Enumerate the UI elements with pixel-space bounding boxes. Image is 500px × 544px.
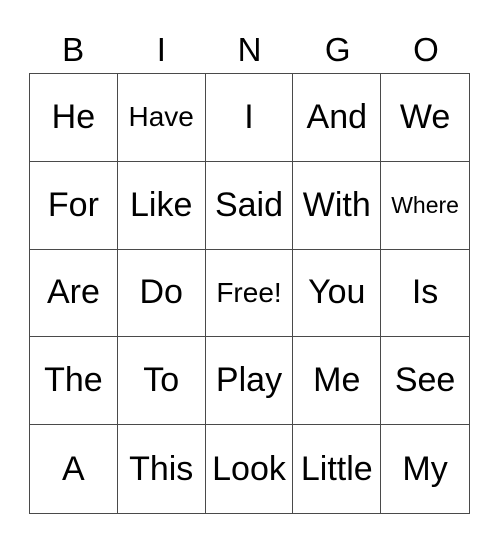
bingo-cell[interactable]: A	[30, 425, 118, 513]
header-letter-n: N	[237, 31, 262, 68]
bingo-cell[interactable]: And	[293, 74, 382, 162]
bingo-cell[interactable]: Play	[205, 337, 294, 426]
bingo-cell[interactable]: He	[30, 74, 118, 162]
bingo-cell[interactable]: Are	[30, 249, 118, 338]
bingo-cell[interactable]: My	[381, 425, 469, 513]
bingo-cell[interactable]: Little	[293, 425, 382, 513]
bingo-cell[interactable]: We	[381, 74, 469, 162]
bingo-cell[interactable]: Have	[117, 74, 206, 162]
bingo-cell[interactable]: This	[118, 425, 206, 513]
bingo-cell[interactable]: You	[293, 249, 382, 338]
bingo-cell[interactable]: Do	[117, 249, 206, 338]
bingo-cell[interactable]: Me	[293, 337, 382, 426]
header-letter-i: I	[156, 31, 166, 68]
bingo-cell[interactable]: To	[117, 337, 206, 426]
bingo-cell[interactable]: For	[30, 161, 118, 250]
header-letter-o: O	[413, 31, 439, 68]
bingo-cell[interactable]: I	[205, 74, 294, 162]
bingo-cell[interactable]: Like	[117, 161, 206, 250]
bingo-cell[interactable]: Where	[381, 162, 469, 250]
header-letter-g: G	[324, 31, 351, 68]
bingo-cell[interactable]: Look	[206, 425, 294, 513]
bingo-cell[interactable]: See	[381, 337, 469, 426]
bingo-cell[interactable]: Is	[381, 250, 469, 338]
free-space-cell[interactable]: Free!	[205, 249, 294, 338]
bingo-cell[interactable]: With	[293, 161, 382, 250]
bingo-header: B I N G O	[29, 30, 470, 70]
bingo-cell[interactable]: The	[30, 337, 118, 426]
bingo-cell[interactable]: Said	[205, 161, 294, 250]
header-letter-b: B	[62, 31, 85, 68]
bingo-grid: He Have I And We For Like Said With Wher…	[29, 73, 470, 514]
